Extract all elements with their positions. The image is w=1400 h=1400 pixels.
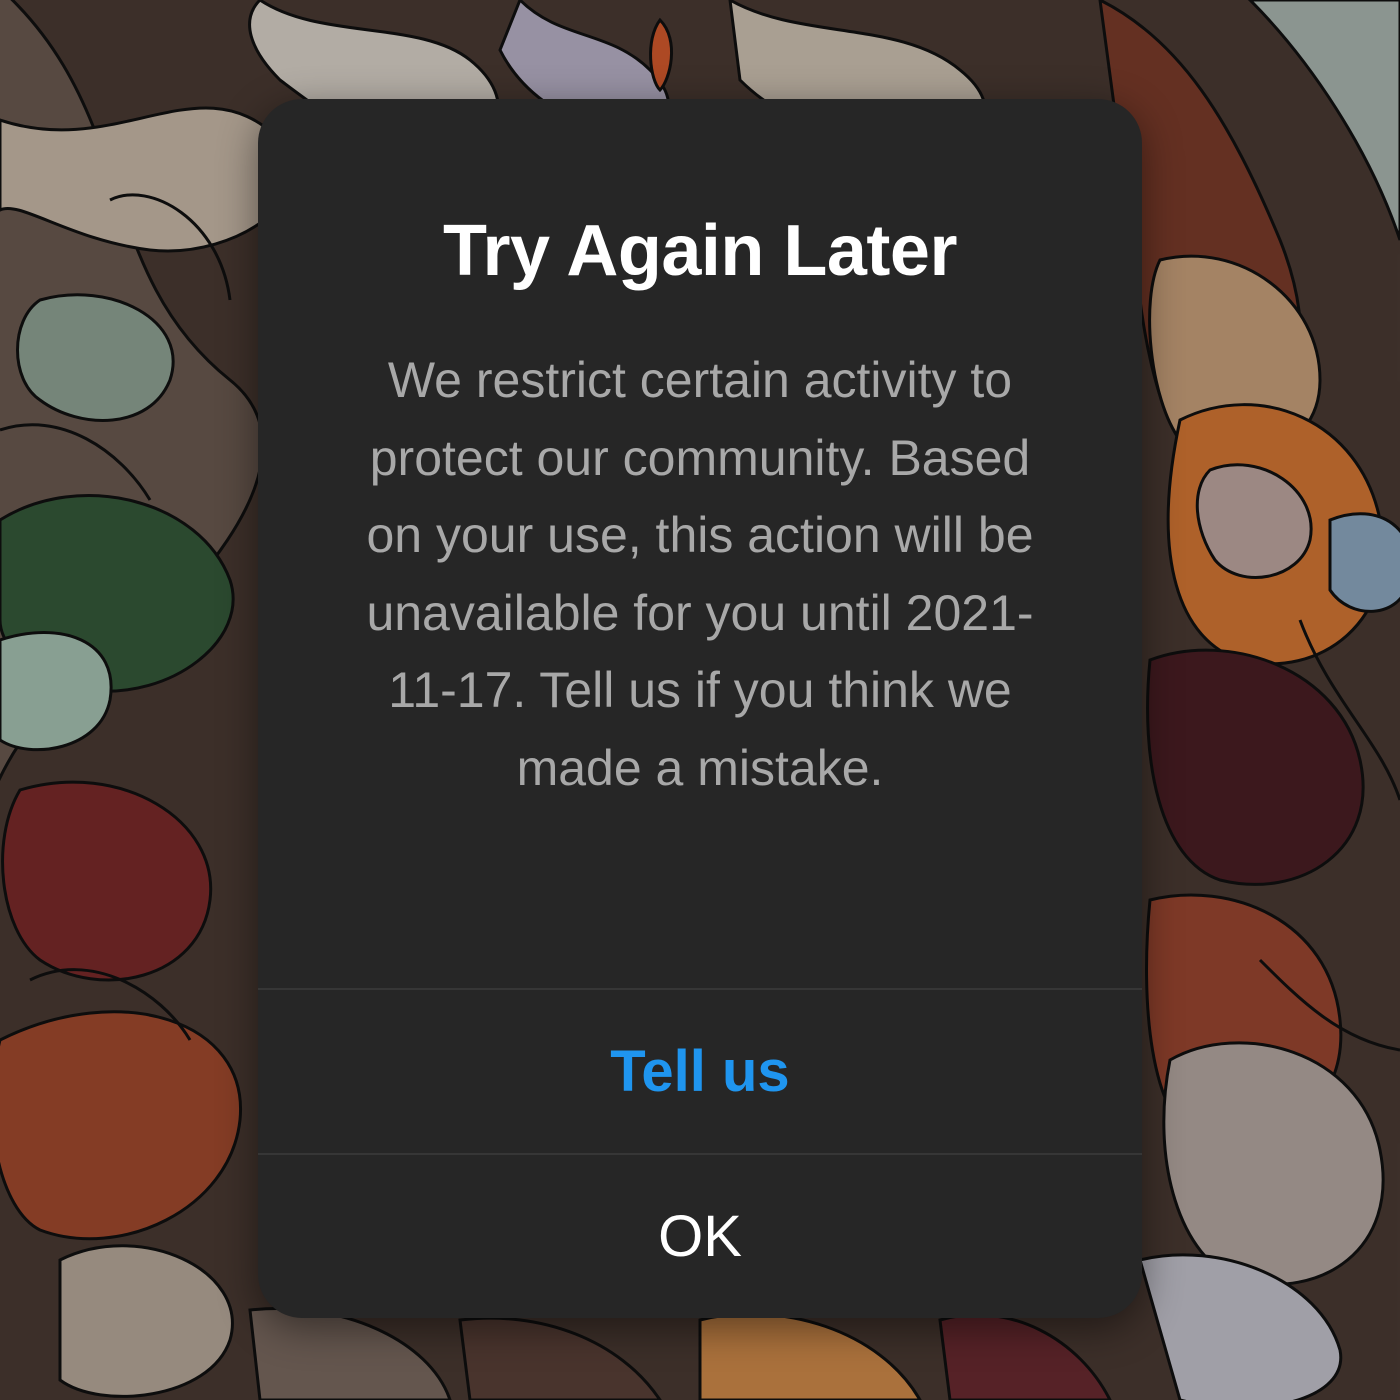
ok-button[interactable]: OK [258,1155,1142,1318]
tell-us-button[interactable]: Tell us [258,990,1142,1153]
dialog-title: Try Again Later [443,211,957,291]
dialog-message: We restrict certain activity to protect … [366,352,1034,796]
rate-limit-dialog: Try Again Later We restrict certain acti… [258,99,1142,1318]
app-screen: Try Again Later We restrict certain acti… [0,0,1400,1400]
